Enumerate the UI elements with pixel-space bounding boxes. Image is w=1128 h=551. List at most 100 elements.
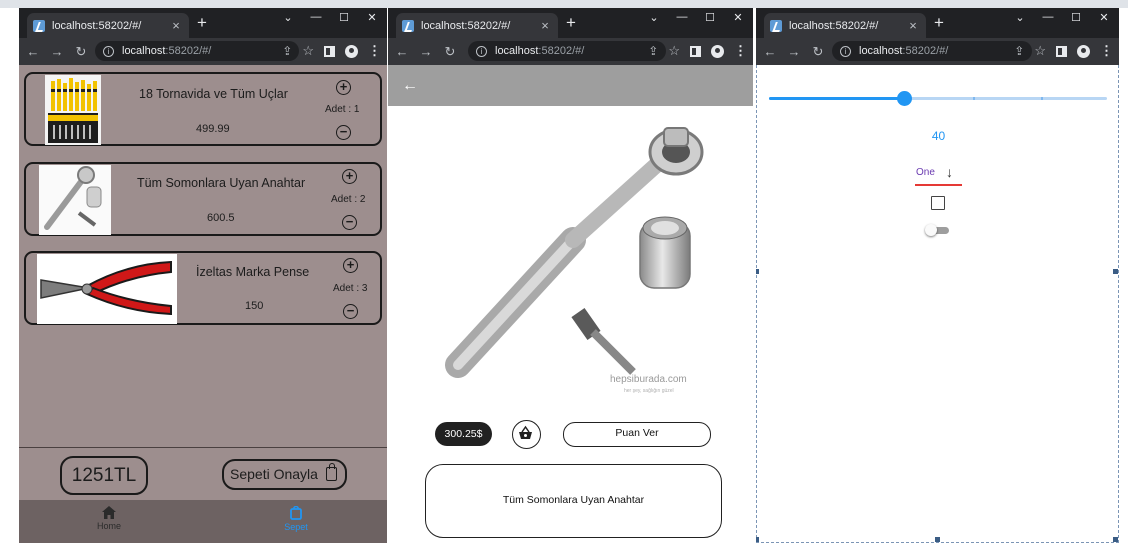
maximize-button[interactable]: ☐	[703, 11, 717, 24]
reload-icon[interactable]: ↻	[440, 44, 460, 60]
address-bar[interactable]: i localhost:58202/#/	[95, 41, 299, 61]
profile-icon[interactable]	[1077, 44, 1090, 58]
site-info-icon[interactable]: i	[103, 45, 114, 57]
share-icon[interactable]: ⇪	[1014, 44, 1024, 58]
forward-arrow-icon[interactable]: →	[416, 44, 436, 59]
new-tab-button[interactable]: +	[934, 14, 944, 32]
watermark-subtext: her şey, sağlığın güzel	[624, 388, 674, 394]
item-quantity: Adet : 2	[331, 194, 366, 205]
remove-circle-icon[interactable]: −	[336, 125, 351, 140]
address-bar[interactable]: i localhost:58202/#/	[468, 41, 666, 61]
selection-handle[interactable]	[1113, 269, 1118, 274]
menu-dots-icon[interactable]: ⋮	[368, 44, 381, 57]
menu-dots-icon[interactable]: ⋮	[1100, 44, 1113, 57]
forward-arrow-icon[interactable]: →	[47, 44, 67, 59]
flutter-favicon-icon	[33, 19, 45, 32]
back-arrow-icon[interactable]: ←	[760, 44, 780, 59]
site-info-icon[interactable]: i	[476, 45, 487, 57]
menu-dots-icon[interactable]: ⋮	[734, 44, 747, 57]
item-price: 600.5	[207, 212, 235, 224]
tab-search-icon[interactable]: ⌄	[281, 11, 295, 24]
tab-strip: localhost:58202/#/ × + ⌄ — ☐ ✕	[388, 8, 753, 38]
browser-toolbar: ← → ↻ i localhost:58202/#/ ⇪ ☆ ⋮	[756, 38, 1119, 65]
cart-item-card[interactable]: İzeltas Marka Pense 150 + Adet : 3 −	[24, 251, 382, 325]
site-info-icon[interactable]: i	[840, 45, 851, 57]
back-arrow-icon[interactable]: ←	[392, 44, 412, 59]
watermark-text: hepsiburada.com	[610, 374, 687, 385]
tab-close-icon[interactable]: ×	[906, 18, 920, 33]
close-window-button[interactable]: ✕	[1097, 11, 1111, 24]
tab-close-icon[interactable]: ×	[538, 18, 552, 33]
tab-title: localhost:58202/#/	[421, 19, 511, 32]
add-circle-icon[interactable]: +	[336, 80, 351, 95]
arrow-down-icon: ↓	[946, 164, 953, 180]
maximize-button[interactable]: ☐	[337, 11, 351, 24]
close-window-button[interactable]: ✕	[365, 11, 379, 24]
toggle-switch[interactable]	[925, 224, 951, 236]
reload-icon[interactable]: ↻	[808, 44, 828, 60]
back-arrow-icon[interactable]: ←	[23, 44, 43, 59]
tab-close-icon[interactable]: ×	[169, 18, 183, 33]
cart-item-card[interactable]: Tüm Somonlara Uyan Anahtar 600.5 + Adet …	[24, 162, 382, 236]
toolbar-right: ⇪ ☆ ⋮	[282, 43, 381, 59]
item-quantity: Adet : 1	[325, 104, 360, 115]
side-panel-icon[interactable]	[324, 45, 335, 57]
window-controls: ⌄ — ☐ ✕	[281, 11, 379, 24]
browser-tab[interactable]: localhost:58202/#/ ×	[764, 13, 926, 38]
maximize-button[interactable]: ☐	[1069, 11, 1083, 24]
window-controls: ⌄ — ☐ ✕	[647, 11, 745, 24]
cart-page: 18 Tornavida ve Tüm Uçlar 499.99 + Adet …	[19, 65, 387, 543]
bookmark-star-icon[interactable]: ☆	[1034, 43, 1046, 59]
minimize-button[interactable]: —	[1041, 11, 1055, 24]
selection-handle[interactable]	[756, 269, 759, 274]
nav-item-sepet[interactable]: Sepet	[266, 506, 326, 532]
remove-circle-icon[interactable]: −	[342, 215, 357, 230]
browser-tab[interactable]: localhost:58202/#/ ×	[396, 13, 558, 38]
url-host: localhost	[122, 45, 166, 57]
selection-handle[interactable]	[1113, 537, 1118, 542]
dropdown-value: One	[916, 167, 935, 178]
value-slider[interactable]	[769, 91, 1107, 106]
browser-tab[interactable]: localhost:58202/#/ ×	[27, 13, 189, 38]
new-tab-button[interactable]: +	[566, 14, 576, 32]
tab-search-icon[interactable]: ⌄	[1013, 11, 1027, 24]
slider-thumb[interactable]	[897, 91, 913, 106]
checkbox[interactable]	[931, 196, 945, 210]
remove-circle-icon[interactable]: −	[343, 304, 358, 319]
confirm-cart-button[interactable]: Sepeti Onayla	[222, 459, 347, 490]
tab-search-icon[interactable]: ⌄	[647, 11, 661, 24]
reload-icon[interactable]: ↻	[71, 44, 91, 60]
nav-item-home[interactable]: Home	[79, 506, 139, 531]
home-icon	[102, 506, 116, 519]
forward-arrow-icon[interactable]: →	[784, 44, 804, 59]
profile-icon[interactable]	[711, 44, 724, 58]
selection-handle[interactable]	[935, 537, 940, 542]
side-panel-icon[interactable]	[1056, 45, 1067, 57]
add-to-basket-button[interactable]	[512, 420, 541, 449]
rate-button[interactable]: Puan Ver	[563, 422, 711, 447]
dropdown[interactable]: One ↓	[915, 164, 962, 186]
share-icon[interactable]: ⇪	[648, 44, 658, 58]
profile-icon[interactable]	[345, 44, 358, 58]
address-bar[interactable]: i localhost:58202/#/	[832, 41, 1032, 61]
bookmark-star-icon[interactable]: ☆	[302, 43, 314, 59]
back-arrow-icon[interactable]: ←	[402, 77, 418, 95]
minimize-button[interactable]: —	[675, 11, 689, 24]
cart-total: 1251TL	[60, 456, 148, 495]
side-panel-icon[interactable]	[690, 45, 701, 57]
window-controls: ⌄ — ☐ ✕	[1013, 11, 1111, 24]
bookmark-star-icon[interactable]: ☆	[668, 43, 680, 59]
browser-window-cart: localhost:58202/#/ × + ⌄ — ☐ ✕ ← → ↻ i l…	[19, 8, 387, 543]
item-name: 18 Tornavida ve Tüm Uçlar	[139, 87, 288, 101]
share-icon[interactable]: ⇪	[282, 44, 292, 58]
minimize-button[interactable]: —	[309, 11, 323, 24]
nav-label-sepet: Sepet	[284, 522, 308, 532]
add-circle-icon[interactable]: +	[343, 258, 358, 273]
new-tab-button[interactable]: +	[197, 14, 207, 32]
close-window-button[interactable]: ✕	[731, 11, 745, 24]
flutter-favicon-icon	[402, 19, 414, 32]
cart-bottom-bar: 1251TL Sepeti Onayla	[19, 447, 387, 500]
cart-item-card[interactable]: 18 Tornavida ve Tüm Uçlar 499.99 + Adet …	[24, 72, 382, 146]
selection-handle[interactable]	[756, 537, 759, 542]
add-circle-icon[interactable]: +	[342, 169, 357, 184]
